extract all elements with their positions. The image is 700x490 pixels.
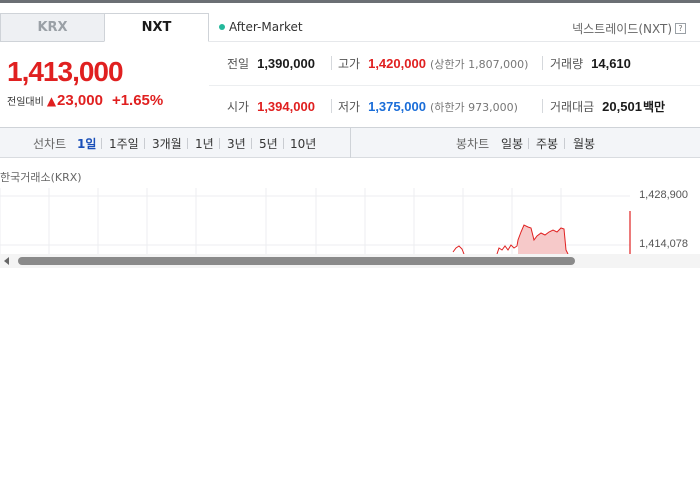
stat-label: 거래량	[550, 57, 584, 71]
stat-value: 1,420,000	[368, 56, 426, 71]
period-5y[interactable]: 5년	[259, 135, 278, 152]
stat-value: 1,394,000	[257, 99, 315, 114]
stat-value: 14,610	[591, 56, 631, 71]
line-chart-label: 선차트	[33, 137, 67, 151]
price-change: 전일대비 ▲ 23,000 +1.65%	[7, 92, 163, 109]
candle-daily[interactable]: 일봉	[501, 135, 523, 152]
chart-source-label: 한국거래소(KRX)	[0, 171, 82, 184]
stat-label: 거래대금	[550, 100, 595, 114]
stat-divider	[331, 56, 332, 70]
stat-label: 고가	[338, 57, 361, 71]
upper-limit: (상한가 1,807,000)	[429, 58, 529, 71]
price-line	[452, 245, 465, 254]
scroll-left-arrow-icon[interactable]	[4, 257, 9, 265]
stat-prev-close: 전일 1,390,000	[227, 55, 315, 72]
current-price: 1,413,000	[7, 56, 124, 87]
tab-underline	[209, 41, 700, 42]
stat-high: 고가 1,420,000 (상한가 1,807,000)	[338, 55, 528, 72]
candle-monthly[interactable]: 월봉	[573, 135, 595, 152]
price-area-fill	[518, 225, 568, 254]
stat-value: 1,390,000	[257, 56, 315, 71]
session-label: After-Market	[229, 20, 303, 34]
help-icon[interactable]: ?	[675, 23, 686, 34]
stat-volume: 거래량 14,610	[550, 55, 631, 72]
stats-divider	[209, 85, 700, 86]
top-border	[0, 0, 700, 3]
change-amount: 23,000	[57, 92, 103, 109]
change-percent: +1.65%	[111, 92, 164, 109]
y-tick-mid: 1,414,078	[639, 238, 688, 250]
period-3m[interactable]: 3개월	[152, 135, 182, 152]
stat-value: 20,501	[602, 99, 642, 114]
stat-unit: 백만	[642, 100, 666, 114]
period-3y[interactable]: 3년	[227, 135, 246, 152]
period-1d[interactable]: 1일	[77, 135, 96, 152]
stat-value: 1,375,000	[368, 99, 426, 114]
session-status: After-Market	[219, 20, 303, 34]
scroll-thumb[interactable]	[18, 257, 575, 265]
stat-divider	[542, 99, 543, 113]
stat-divider	[542, 56, 543, 70]
period-10y[interactable]: 10년	[290, 135, 316, 152]
y-tick-high: 1,428,900	[639, 189, 688, 201]
session-dot-icon	[219, 24, 225, 30]
tab-krx[interactable]: KRX	[0, 13, 105, 42]
price-chart[interactable]: 1,428,900 1,414,078	[0, 188, 700, 254]
price-chart-svg	[0, 188, 631, 254]
provider-info: 넥스트레이드(NXT) ?	[572, 20, 686, 37]
stat-trade-value: 거래대금 20,501 백만	[550, 98, 665, 115]
stat-label: 저가	[338, 100, 361, 114]
period-1y[interactable]: 1년	[195, 135, 214, 152]
chart-scrollbar[interactable]	[0, 254, 700, 268]
tab-nxt[interactable]: NXT	[104, 13, 209, 42]
up-triangle-icon: ▲	[46, 94, 57, 108]
provider-label: 넥스트레이드(NXT)	[572, 22, 672, 36]
stat-label: 시가	[227, 100, 250, 114]
lower-limit: (하한가 973,000)	[429, 101, 518, 114]
toolbar-divider	[350, 128, 351, 158]
stat-open: 시가 1,394,000	[227, 98, 315, 115]
candle-chart-label: 봉차트	[456, 137, 490, 151]
stat-low: 저가 1,375,000 (하한가 973,000)	[338, 98, 518, 115]
stat-divider	[331, 99, 332, 113]
period-1w[interactable]: 1주일	[109, 135, 139, 152]
change-label: 전일대비	[7, 97, 44, 108]
chart-toolbar: 선차트 1일 1주일 3개월 1년 3년 5년 10년 봉차트 일봉 주봉 월봉	[0, 127, 700, 158]
candle-weekly[interactable]: 주봉	[536, 135, 558, 152]
stat-label: 전일	[227, 57, 250, 71]
